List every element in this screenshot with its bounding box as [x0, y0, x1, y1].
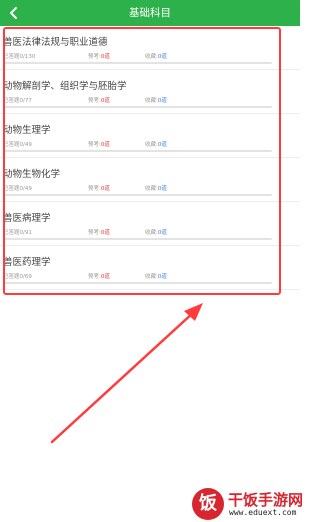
subject-item[interactable]: 动物生物化学 已答题0/49 预考:0道 收藏:0道 [0, 158, 300, 202]
exam-count: 预考:0道 [88, 142, 110, 148]
watermark-name: 干饭手游网 [228, 491, 304, 509]
app-bar: 基础科目 [0, 0, 300, 26]
subject-item[interactable]: 动物解剖学、组织学与胚胎学 已答题0/77 预考:0道 收藏:0道 [0, 70, 300, 114]
progress-bar [4, 62, 272, 64]
subject-item[interactable]: 动物生理学 已答题0/49 预考:0道 收藏:0道 [0, 114, 300, 158]
answered-count: 已答题0/77 [3, 98, 32, 104]
progress-bar [4, 238, 272, 240]
subject-title: 动物生理学 [3, 125, 51, 136]
progress-bar [4, 282, 272, 284]
favorite-count: 收藏:0道 [145, 274, 167, 280]
progress-bar [4, 194, 272, 196]
subject-title: 兽医药理学 [3, 257, 51, 268]
progress-bar [4, 150, 272, 152]
page-title: 基础科目 [129, 7, 171, 19]
favorite-count: 收藏:0道 [145, 54, 167, 60]
watermark-url: www.eduext.com [229, 508, 297, 517]
exam-count: 预考:0道 [88, 274, 110, 280]
progress-bar [4, 106, 272, 108]
subject-list: 兽医法律法规与职业道德 已答题0/130 预考:0道 收藏:0道 动物解剖学、组… [0, 26, 300, 290]
favorite-count: 收藏:0道 [145, 142, 167, 148]
answered-count: 已答题0/49 [3, 142, 32, 148]
watermark: 饭 干饭手游网 www.eduext.com [192, 488, 303, 520]
favorite-count: 收藏:0道 [145, 186, 167, 192]
subject-title: 兽医法律法规与职业道德 [3, 37, 108, 48]
subject-item[interactable]: 兽医药理学 已答题0/69 预考:0道 收藏:0道 [0, 246, 300, 290]
answered-count: 已答题0/91 [3, 230, 32, 236]
watermark-logo: 饭 [192, 488, 224, 520]
subject-title: 动物解剖学、组织学与胚胎学 [3, 81, 127, 92]
subject-title: 兽医病理学 [3, 213, 51, 224]
exam-count: 预考:0道 [88, 98, 110, 104]
answered-count: 已答题0/130 [3, 54, 36, 60]
answered-count: 已答题0/69 [3, 274, 32, 280]
favorite-count: 收藏:0道 [145, 230, 167, 236]
exam-count: 预考:0道 [88, 186, 110, 192]
favorite-count: 收藏:0道 [145, 98, 167, 104]
exam-count: 预考:0道 [88, 54, 110, 60]
exam-count: 预考:0道 [88, 230, 110, 236]
answered-count: 已答题0/49 [3, 186, 32, 192]
subject-title: 动物生物化学 [3, 169, 61, 180]
subject-item[interactable]: 兽医法律法规与职业道德 已答题0/130 预考:0道 收藏:0道 [0, 26, 300, 70]
subject-item[interactable]: 兽医病理学 已答题0/91 预考:0道 收藏:0道 [0, 202, 300, 246]
